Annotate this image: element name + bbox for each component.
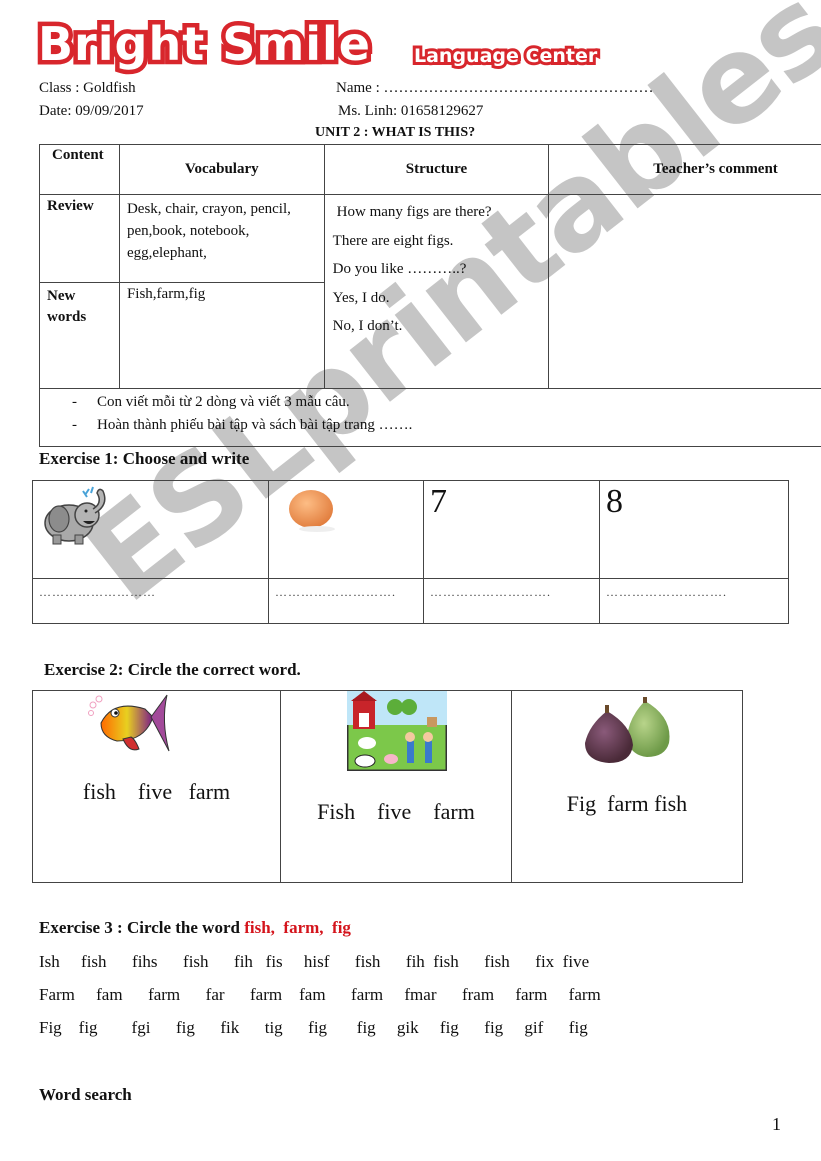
- figs-icon: [585, 697, 670, 763]
- answer-dotted-line: ……………………….: [606, 585, 727, 599]
- review-vocab-line: egg,elephant,: [126, 245, 207, 261]
- teacher-contact: Ms. Linh: 01658129627: [338, 103, 484, 119]
- structure-line: Yes, I do.: [332, 289, 390, 306]
- word-row-fish[interactable]: Ish fish fihs fish fih fis hisf fish fih…: [39, 952, 589, 972]
- review-vocabulary: Desk, chair, crayon, pencil, pen,book, n…: [118, 194, 325, 283]
- structure-line: No, I don’t.: [332, 318, 403, 334]
- structure-cell: How many figs are there? There are eight…: [323, 194, 550, 389]
- homework-text: Con viết mỗi từ 2 dòng và viết 3 mẫu câu…: [97, 394, 350, 410]
- exercise2-title: Exercise 2: Circle the correct word.: [44, 660, 301, 679]
- exercise2-table: fish five farm Fish five farm Fig farm f…: [32, 690, 743, 883]
- structure-line: There are eight figs.: [332, 232, 454, 249]
- answer-blank[interactable]: ……………………….: [423, 578, 600, 624]
- logo-subtitle-outline: Language Center: [411, 42, 600, 70]
- homework-text: Hoàn thành phiếu bài tập và sách bài tập…: [97, 417, 413, 433]
- unit-title: UNIT 2 : WHAT IS THIS?: [315, 125, 476, 140]
- exercise3-title: Exercise 3 : Circle the word fish, farm,…: [39, 918, 351, 938]
- exercise2-cell: Fish five farm: [280, 690, 512, 883]
- exercise1-table: 7 8 ……………………… ………………………. ………………………. ……………: [32, 480, 789, 624]
- elephant-icon: [44, 486, 106, 545]
- review-vocab-line: Desk, chair, crayon, pencil,: [126, 201, 291, 217]
- structure-line: Do you like ………..?: [332, 261, 467, 277]
- lesson-plan-table: Content Vocabulary Structure Teacher’s c…: [39, 144, 821, 447]
- answer-dotted-line: ……………………….: [275, 585, 396, 599]
- header-teacher-comment: Teacher’s comment: [548, 144, 821, 195]
- number-seven: 7: [430, 483, 447, 520]
- answer-blank[interactable]: ……………………….: [268, 578, 424, 624]
- word-row-fig[interactable]: Fig fig fgi fig fik tig fig fig gik fig …: [39, 1018, 588, 1038]
- number-eight: 8: [606, 483, 623, 520]
- new-words-label: New words: [39, 282, 120, 389]
- exercise2-cell: fish five farm: [32, 690, 281, 883]
- exercise3-target-words: fish, farm, fig: [244, 918, 351, 937]
- bullet: -: [72, 394, 77, 410]
- egg-icon: [289, 490, 335, 532]
- structure-line: How many figs are there?: [336, 204, 492, 220]
- word-row-farm[interactable]: Farm fam farm far farm fam farm fmar fra…: [39, 985, 601, 1005]
- new-words-label-line: words: [47, 309, 87, 325]
- new-words-label-line: New: [47, 288, 76, 304]
- exercise1-picture-cell: [32, 480, 269, 579]
- exercise2-options[interactable]: fish five farm: [33, 779, 280, 805]
- bullet: -: [72, 417, 77, 433]
- page-number: 1: [772, 1114, 781, 1134]
- exercise2-options[interactable]: Fig farm fish: [512, 791, 742, 817]
- header-vocabulary: Vocabulary: [118, 144, 325, 195]
- homework-item: - Hoàn thành phiếu bài tập và sách bài tậ…: [40, 414, 821, 437]
- class-label: Class : Goldfish: [39, 80, 136, 96]
- exercise2-cell: Fig farm fish: [511, 690, 743, 883]
- review-label: Review: [39, 194, 120, 283]
- answer-dotted-line: ……………………….: [430, 585, 551, 599]
- header-structure: Structure: [323, 144, 550, 195]
- answer-blank[interactable]: ……………………….: [599, 578, 789, 624]
- homework-item: - Con viết mỗi từ 2 dòng và viết 3 mẫu câ…: [40, 391, 821, 414]
- logo-title: Bright Smile: [34, 13, 375, 76]
- name-field: Name : ………………………………………………: [336, 80, 654, 96]
- answer-dotted-line: ………………………: [39, 585, 156, 599]
- exercise1-number-cell: 7: [423, 480, 600, 579]
- answer-blank[interactable]: ………………………: [32, 578, 269, 624]
- new-words-vocabulary: Fish,farm,fig: [118, 282, 325, 389]
- date-label: Date: 09/09/2017: [39, 103, 144, 119]
- logo-subtitle: Language Center: [411, 42, 600, 70]
- word-search-title: Word search: [39, 1085, 132, 1104]
- teacher-comment-cell[interactable]: [548, 194, 821, 389]
- review-vocab-line: pen,book, notebook,: [126, 223, 250, 239]
- exercise1-title: Exercise 1: Choose and write: [39, 449, 250, 468]
- exercise1-number-cell: 8: [599, 480, 789, 579]
- homework-cell: - Con viết mỗi từ 2 dòng và viết 3 mẫu câ…: [39, 388, 821, 447]
- farm-icon: [347, 691, 447, 771]
- exercise3-title-text: Exercise 3 : Circle the word: [39, 918, 245, 937]
- fish-icon: [88, 694, 170, 752]
- exercise1-picture-cell: [268, 480, 424, 579]
- exercise2-options[interactable]: Fish five farm: [281, 799, 511, 825]
- header-content: Content: [39, 144, 120, 195]
- logo-title-outline: Bright Smile: [34, 13, 375, 76]
